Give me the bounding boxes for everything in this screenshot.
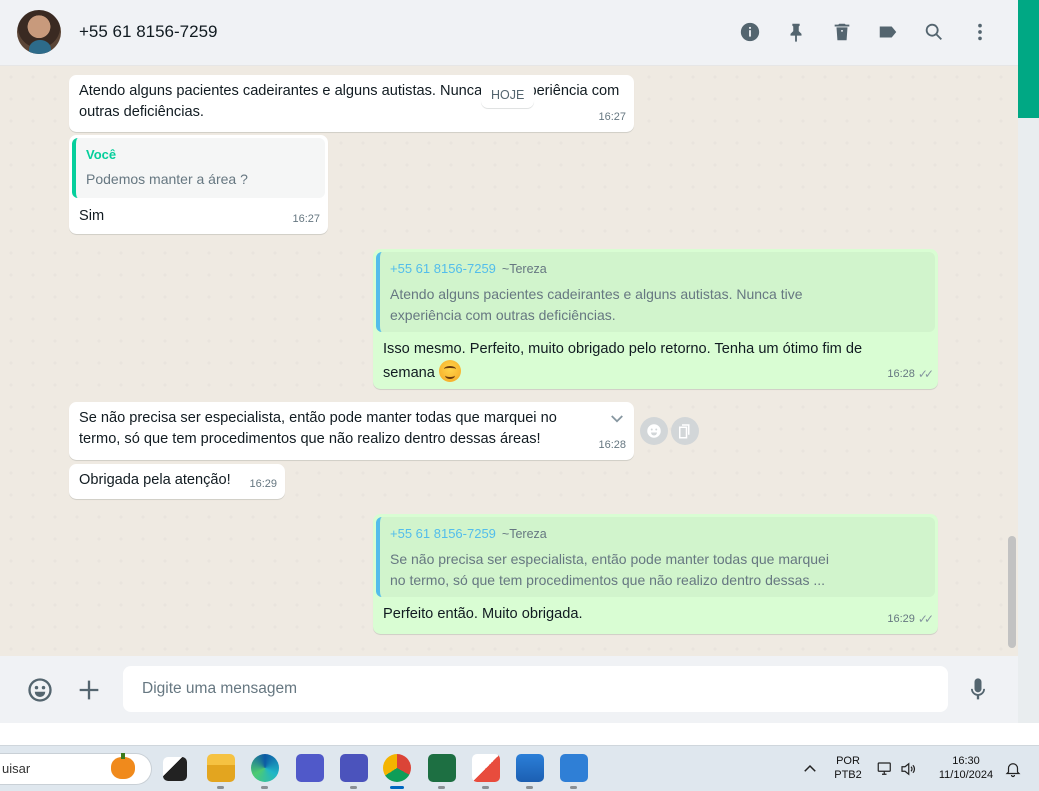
quote-author-sub: ~Tereza xyxy=(501,527,547,541)
notification-bell-icon[interactable] xyxy=(1004,760,1022,778)
message-text-line: Se não precisa ser especialista, então p… xyxy=(79,410,557,426)
message-text: Obrigada pela atenção! xyxy=(79,472,231,488)
message-bubble-incoming[interactable]: Obrigada pela atenção! 16:29 xyxy=(69,464,285,499)
message-bubble-outgoing[interactable]: +55 61 8156-7259 ~Tereza Atendo alguns pa… xyxy=(373,249,938,389)
quote-author-line: +55 61 8156-7259 ~Tereza xyxy=(390,258,925,280)
message-composer xyxy=(0,656,1018,723)
message-time: 16:28 xyxy=(598,439,626,451)
quoted-message[interactable]: +55 61 8156-7259 ~Tereza Se não precisa s… xyxy=(376,517,935,597)
message-status: 16:28 ✓✓ xyxy=(887,364,934,385)
snipping-tool-icon[interactable] xyxy=(472,754,500,789)
delete-icon[interactable] xyxy=(830,18,854,46)
attach-plus-icon[interactable] xyxy=(75,676,103,704)
task-view-icon[interactable] xyxy=(163,757,187,781)
copy-icon xyxy=(679,424,690,439)
language-line-1: POR xyxy=(836,755,860,767)
double-check-icon: ✓✓ xyxy=(917,367,934,381)
contact-avatar[interactable] xyxy=(17,10,61,54)
date-badge: HOJE xyxy=(481,82,535,108)
desktop-gap xyxy=(0,723,1039,745)
photos-icon[interactable] xyxy=(516,754,544,789)
window-edge xyxy=(1018,0,1039,745)
microphone-icon[interactable] xyxy=(964,676,992,704)
react-emoji-button[interactable] xyxy=(640,417,668,445)
message-bubble-incoming[interactable]: Se não precisa ser especialista, então p… xyxy=(69,402,634,460)
language-line-2: PTB2 xyxy=(834,769,862,781)
clock-date: 11/10/2024 xyxy=(938,769,994,781)
message-time: 16:28 xyxy=(887,368,915,380)
double-check-icon: ✓✓ xyxy=(917,612,934,626)
excel-icon[interactable] xyxy=(428,754,456,789)
message-text-line-2: semana xyxy=(376,360,935,384)
accent-strip xyxy=(1018,0,1039,118)
smiley-icon xyxy=(647,424,661,438)
info-icon[interactable] xyxy=(738,18,762,46)
teams-icon[interactable] xyxy=(296,754,324,782)
message-time: 16:29 xyxy=(887,613,915,625)
input-language[interactable]: POR PTB2 xyxy=(830,754,866,782)
file-explorer-icon[interactable] xyxy=(207,754,235,789)
message-input[interactable] xyxy=(123,666,948,712)
volume-icon[interactable] xyxy=(899,760,917,778)
label-icon[interactable] xyxy=(876,18,900,46)
windows-taskbar: uisar POR PTB2 16:30 11/10/2024 xyxy=(0,745,1039,791)
search-icon[interactable] xyxy=(922,18,946,46)
message-bubble-outgoing[interactable]: +55 61 8156-7259 ~Tereza Se não precisa s… xyxy=(373,514,938,634)
network-icon[interactable] xyxy=(876,760,894,778)
teams-work-icon[interactable] xyxy=(340,754,368,789)
pin-icon[interactable] xyxy=(784,18,808,46)
quote-author-sub: ~Tereza xyxy=(501,262,547,276)
chevron-down-icon[interactable] xyxy=(608,410,626,428)
message-time: 16:27 xyxy=(292,213,320,225)
chevron-up-icon[interactable] xyxy=(801,760,819,778)
forward-button[interactable] xyxy=(671,417,699,445)
message-status: 16:29 ✓✓ xyxy=(887,609,934,630)
contact-name[interactable]: +55 61 8156-7259 xyxy=(79,22,218,42)
message-bubble-incoming[interactable]: Atendo alguns pacientes cadeirantes e al… xyxy=(69,75,634,132)
chat-header: +55 61 8156-7259 xyxy=(0,0,1018,66)
message-text: Atendo alguns pacientes cadeirantes e al… xyxy=(79,83,620,120)
chrome-icon[interactable] xyxy=(383,754,411,789)
quote-text-line: Atendo alguns pacientes cadeirantes e al… xyxy=(390,286,803,302)
taskbar-search-text: uisar xyxy=(2,761,31,776)
quoted-message[interactable]: Você Podemos manter a área ? xyxy=(72,138,325,198)
edge-icon[interactable] xyxy=(251,754,279,789)
quote-text-line: Se não precisa ser especialista, então p… xyxy=(390,551,829,567)
menu-icon[interactable] xyxy=(968,18,992,46)
chat-panel[interactable]: Atendo alguns pacientes cadeirantes e al… xyxy=(0,66,1018,656)
quote-text-line: no termo, só que tem procedimentos que n… xyxy=(390,572,826,588)
message-text: Sim xyxy=(79,208,105,224)
notepad-icon[interactable] xyxy=(560,754,588,789)
header-actions xyxy=(738,18,992,46)
quoted-message[interactable]: +55 61 8156-7259 ~Tereza Atendo alguns pa… xyxy=(376,252,935,332)
message-text: Perfeito então. Muito obrigada. xyxy=(383,606,583,622)
clock[interactable]: 16:30 11/10/2024 xyxy=(930,754,1002,782)
emoji-icon[interactable] xyxy=(26,676,54,704)
message-bubble-incoming[interactable]: Você Podemos manter a área ? Sim 16:27 xyxy=(69,135,328,234)
message-text-line: termo, só que tem procedimentos que não … xyxy=(79,431,541,447)
quote-author: +55 61 8156-7259 xyxy=(390,526,496,541)
quote-text-line: experiência com outras deficiências. xyxy=(390,307,616,323)
clock-time: 16:30 xyxy=(952,755,980,767)
smiling-face-emoji xyxy=(438,360,461,382)
message-text-line: Isso mesmo. Perfeito, muito obrigado pel… xyxy=(383,341,863,357)
message-text: semana xyxy=(383,365,435,381)
pumpkin-icon xyxy=(111,753,135,779)
quote-author: +55 61 8156-7259 xyxy=(390,261,496,276)
message-time: 16:27 xyxy=(598,111,626,123)
quote-text: Podemos manter a área ? xyxy=(86,171,248,187)
quote-author: Você xyxy=(86,147,117,162)
message-time: 16:29 xyxy=(249,478,277,490)
chat-scrollbar[interactable] xyxy=(1008,536,1016,648)
quote-author-line: +55 61 8156-7259 ~Tereza xyxy=(390,523,925,545)
